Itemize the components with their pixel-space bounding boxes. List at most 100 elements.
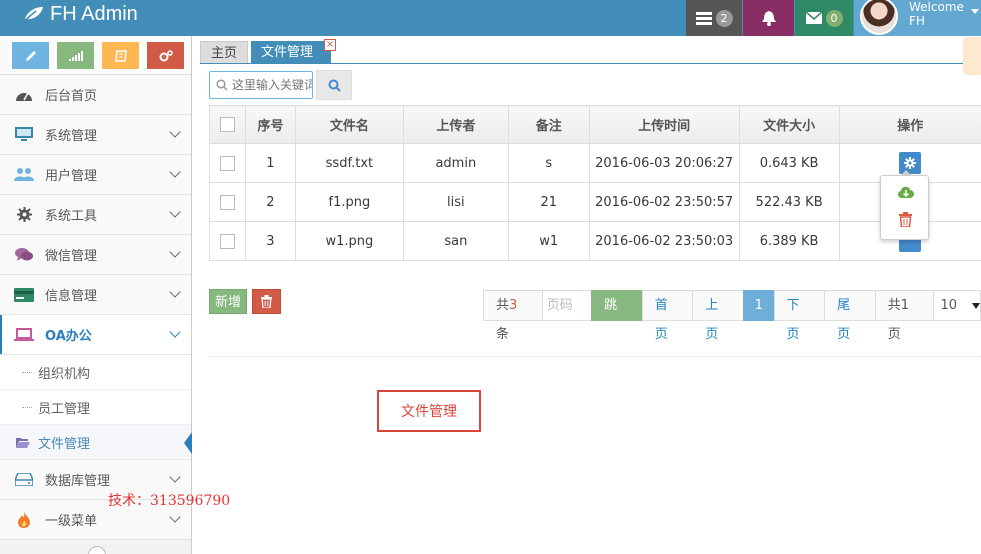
- tab-home[interactable]: 主页: [200, 41, 249, 64]
- download-icon[interactable]: [898, 186, 914, 203]
- cell-file-size: 522.43 KB: [738, 182, 840, 222]
- row-checkbox[interactable]: [219, 233, 235, 249]
- jump-button[interactable]: 跳转: [591, 290, 643, 342]
- submenu-oa: 组织机构 员工管理 文件管理: [0, 355, 192, 460]
- row-checkbox[interactable]: [219, 155, 235, 171]
- sidebar-subitem-files[interactable]: 文件管理: [0, 425, 192, 460]
- active-arrow: [184, 432, 192, 454]
- sidebar-item-info[interactable]: 信息管理: [0, 275, 191, 315]
- brand[interactable]: FH Admin: [22, 0, 138, 28]
- column-header[interactable]: 文件名: [294, 105, 404, 144]
- select-all-checkbox[interactable]: [219, 117, 235, 132]
- column-header[interactable]: 上传时间: [588, 105, 740, 144]
- cell-filename: ssdf.txt: [294, 143, 404, 183]
- column-header: 操作: [838, 105, 981, 144]
- trash-icon: [261, 295, 272, 308]
- tasks-button[interactable]: 2: [686, 0, 742, 36]
- tasks-icon: [695, 11, 712, 25]
- tasks-badge: 2: [715, 9, 733, 27]
- chevron-down-icon: [169, 511, 181, 523]
- shortcut-cogs-button[interactable]: [145, 40, 186, 71]
- shortcut-pencil-button[interactable]: [10, 40, 51, 71]
- username: FH: [909, 14, 925, 28]
- chevron-down-icon: [169, 471, 181, 483]
- sidebar: 后台首页 系统管理 用户管理 系统工具 微信管理 信息管理 OA办公 组织机构: [0, 36, 192, 554]
- sidebar-item-tools[interactable]: 系统工具: [0, 195, 191, 235]
- cell-upload-time: 2016-06-02 23:50:57: [588, 182, 740, 222]
- cell-filename: w1.png: [294, 221, 404, 261]
- sidebar-item-system[interactable]: 系统管理: [0, 115, 191, 155]
- row-actions-dropdown: [880, 170, 929, 240]
- messages-button[interactable]: 0: [795, 0, 853, 36]
- sidebar-subitem-label: 文件管理: [38, 436, 91, 452]
- trash-icon[interactable]: [899, 212, 912, 231]
- cog-icon: [904, 157, 917, 169]
- first-page-button[interactable]: 首页: [641, 290, 694, 342]
- column-header[interactable]: 备注: [507, 105, 590, 144]
- add-button[interactable]: 新增: [209, 289, 248, 314]
- envelope-icon: [805, 12, 822, 24]
- table-row: 2 f1.png lisi 21 2016-06-02 23:50:57 522…: [209, 182, 981, 222]
- search-button[interactable]: [316, 70, 352, 100]
- row-checkbox[interactable]: [219, 194, 235, 210]
- comments-icon: [14, 246, 34, 264]
- column-header[interactable]: 序号: [244, 105, 296, 144]
- search-input[interactable]: [232, 78, 312, 92]
- leaf-icon: [23, 7, 43, 22]
- current-page[interactable]: 1: [742, 290, 775, 321]
- sidebar-subitem-org[interactable]: 组织机构: [0, 355, 191, 390]
- shortcut-signal-button[interactable]: [55, 40, 96, 71]
- cell-remark: w1: [507, 221, 590, 261]
- search-field[interactable]: [209, 71, 313, 99]
- column-header[interactable]: 上传者: [402, 105, 509, 144]
- tab-label: 文件管理: [261, 45, 314, 60]
- sidebar-item-label: OA办公: [45, 329, 92, 344]
- sidebar-item-users[interactable]: 用户管理: [0, 155, 191, 195]
- column-header[interactable]: 文件大小: [738, 105, 840, 144]
- settings-toggle[interactable]: [963, 37, 981, 75]
- last-page-button[interactable]: 尾页: [824, 290, 876, 342]
- prev-page-button[interactable]: 上页: [692, 290, 744, 342]
- pager-total: 共3条: [483, 290, 543, 342]
- sidebar-item-wechat[interactable]: 微信管理: [0, 235, 191, 275]
- page-number-input[interactable]: 页码: [541, 290, 593, 321]
- table-row: 1 ssdf.txt admin s 2016-06-03 20:06:27 0…: [209, 143, 981, 183]
- file-table: 序号 文件名 上传者 备注 上传时间 文件大小 操作 1 ssdf.txt ad…: [209, 105, 981, 261]
- welcome-text: Welcome: [909, 0, 964, 14]
- watermark-text: 技术：313596790: [108, 493, 231, 509]
- next-page-button[interactable]: 下页: [773, 290, 826, 342]
- cell-file-size: 6.389 KB: [738, 221, 840, 261]
- tree-dash: [22, 407, 32, 408]
- delete-button[interactable]: [252, 289, 281, 314]
- chevron-down-icon: [169, 246, 181, 258]
- page-size-select[interactable]: 10: [933, 290, 981, 321]
- search-icon: [216, 79, 228, 91]
- desktop-icon: [14, 126, 34, 144]
- cell-remark: 21: [507, 182, 590, 222]
- sidebar-item-dashboard[interactable]: 后台首页: [0, 75, 191, 115]
- cell-uploader: admin: [402, 143, 509, 183]
- folder-open-icon: [16, 438, 30, 448]
- close-icon[interactable]: ×: [324, 39, 337, 51]
- sidebar-collapse-button[interactable]: [88, 546, 106, 554]
- cell-uploader: san: [402, 221, 509, 261]
- tab-file-management[interactable]: 文件管理 ×: [251, 39, 337, 64]
- credit-card-icon: [14, 286, 34, 304]
- shortcut-book-button[interactable]: [100, 40, 141, 71]
- sidebar-item-label: 系统工具: [45, 209, 98, 224]
- page-size-value: 10: [940, 298, 958, 313]
- cell-filename: f1.png: [294, 182, 404, 222]
- sidebar-subitem-staff[interactable]: 员工管理: [0, 390, 191, 425]
- hdd-icon: [14, 471, 34, 489]
- user-menu[interactable]: Welcome FH: [854, 0, 981, 36]
- cell-upload-time: 2016-06-03 20:06:27: [588, 143, 740, 183]
- cell-index: 3: [244, 221, 296, 261]
- tree-dash: [22, 372, 32, 373]
- pager-total-count: 3: [509, 298, 518, 313]
- sidebar-item-oa[interactable]: OA办公: [0, 315, 191, 355]
- gear-icon: [14, 206, 34, 224]
- cell-remark: s: [507, 143, 590, 183]
- notifications-button[interactable]: [743, 0, 794, 36]
- sidebar-shortcuts: [0, 36, 191, 75]
- laptop-icon: [14, 326, 34, 344]
